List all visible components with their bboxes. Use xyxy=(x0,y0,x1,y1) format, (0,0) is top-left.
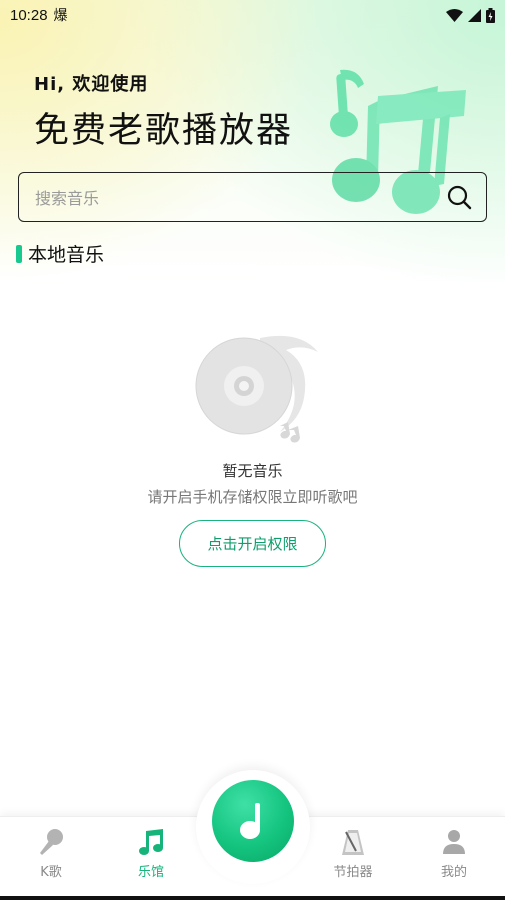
tab-metronome[interactable]: 节拍器 xyxy=(303,827,403,889)
play-note-icon xyxy=(240,803,260,839)
tab-mine[interactable]: 我的 xyxy=(404,827,504,889)
status-notification-glyph: 爆 xyxy=(53,8,68,24)
tab-label-karaoke: K歌 xyxy=(40,865,62,880)
tab-label-metronome: 节拍器 xyxy=(333,865,373,880)
battery-icon xyxy=(486,7,495,23)
status-bar: 10:28 爆 xyxy=(0,0,505,30)
enable-permission-button[interactable]: 点击开启权限 xyxy=(179,520,326,567)
status-time: 10:28 xyxy=(10,6,48,24)
search-bar[interactable]: 搜索音乐 xyxy=(18,172,487,222)
tab-karaoke[interactable]: K歌 xyxy=(1,827,101,889)
greeting-text: Hi, 欢迎使用 xyxy=(34,74,149,95)
empty-state-title: 暂无音乐 xyxy=(222,462,283,480)
section-title: 本地音乐 xyxy=(28,244,105,266)
app-title: 免费老歌播放器 xyxy=(34,111,294,151)
empty-state-subtitle: 请开启手机存储权限立即听歌吧 xyxy=(147,488,358,506)
person-icon xyxy=(443,830,465,854)
section-accent-bar xyxy=(16,244,22,263)
metronome-icon xyxy=(342,830,364,855)
search-input[interactable]: 搜索音乐 xyxy=(35,185,446,209)
tab-label-mine: 我的 xyxy=(440,865,467,880)
center-play-button[interactable] xyxy=(212,780,294,862)
status-icons xyxy=(446,7,495,23)
tab-label-music-hall: 乐馆 xyxy=(137,865,164,880)
nav-bar-line xyxy=(0,896,505,900)
music-note-icon xyxy=(139,829,163,855)
wifi-icon xyxy=(446,8,463,22)
search-icon[interactable] xyxy=(446,184,472,210)
tab-music-hall[interactable]: 乐馆 xyxy=(101,827,201,889)
section-heading: 本地音乐 xyxy=(16,240,104,267)
microphone-icon xyxy=(40,829,63,855)
empty-disc-icon xyxy=(195,335,318,443)
signal-icon xyxy=(468,8,481,22)
